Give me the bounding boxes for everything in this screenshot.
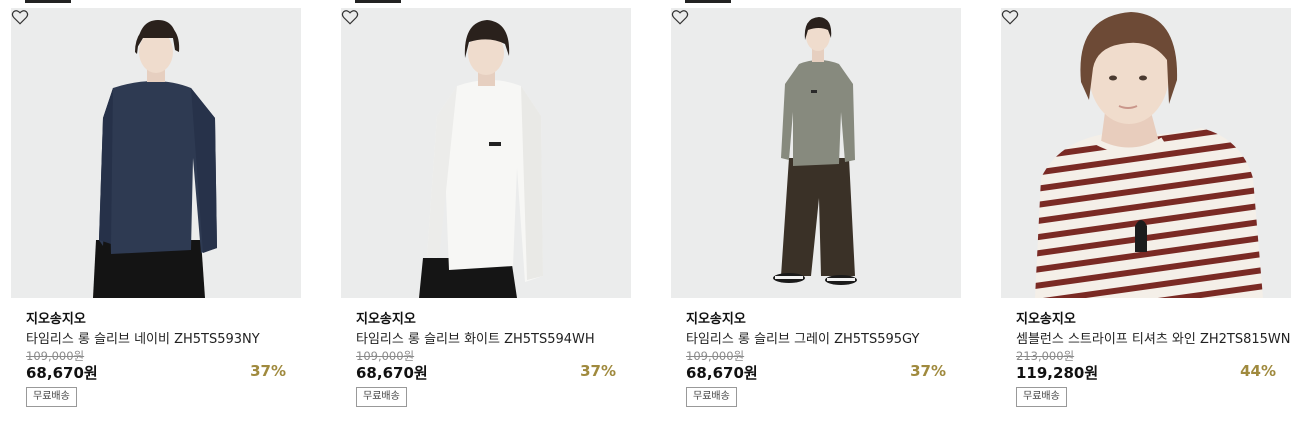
discount-rate: 44% (1240, 362, 1276, 380)
product-name[interactable]: 타임리스 롱 슬리브 그레이 ZH5TS595GY (686, 328, 919, 347)
brand-name[interactable]: 지오송지오 (356, 308, 416, 327)
free-shipping-badge: 무료배송 (686, 387, 737, 407)
sale-price: 68,670원 (26, 364, 98, 382)
free-shipping-badge: 무료배송 (1016, 387, 1067, 407)
product-card[interactable]: 지오송지오 타임리스 롱 슬리브 그레이 ZH5TS595GY 109,000원… (671, 0, 961, 428)
heart-outline-icon[interactable] (1001, 8, 1019, 26)
product-card[interactable]: 지오송지오 타임리스 롱 슬리브 네이비 ZH5TS593NY 109,000원… (11, 0, 301, 428)
card-top-bar (355, 0, 401, 3)
product-name[interactable]: 타임리스 롱 슬리브 네이비 ZH5TS593NY (26, 328, 260, 347)
model-illustration (341, 8, 631, 298)
discount-rate: 37% (580, 362, 616, 380)
brand-name[interactable]: 지오송지오 (686, 308, 746, 327)
heart-outline-icon[interactable] (11, 8, 29, 26)
product-image[interactable] (671, 8, 961, 298)
sale-price: 68,670원 (356, 364, 428, 382)
free-shipping-badge: 무료배송 (356, 387, 407, 407)
product-image[interactable] (1001, 8, 1291, 298)
card-top-bar (685, 0, 731, 3)
heart-outline-icon[interactable] (341, 8, 359, 26)
discount-rate: 37% (250, 362, 286, 380)
product-name[interactable]: 타임리스 롱 슬리브 화이트 ZH5TS594WH (356, 328, 595, 347)
product-card[interactable]: 지오송지오 셈블런스 스트라이프 티셔츠 와인 ZH2TS815WN 213,0… (1001, 0, 1291, 428)
heart-outline-icon[interactable] (671, 8, 689, 26)
product-name[interactable]: 셈블런스 스트라이프 티셔츠 와인 ZH2TS815WN (1016, 328, 1291, 347)
model-illustration (11, 8, 301, 298)
brand-name[interactable]: 지오송지오 (26, 308, 86, 327)
sale-price: 68,670원 (686, 364, 758, 382)
model-illustration (671, 8, 961, 298)
model-illustration (1001, 8, 1291, 298)
brand-name[interactable]: 지오송지오 (1016, 308, 1076, 327)
product-card[interactable]: 지오송지오 타임리스 롱 슬리브 화이트 ZH5TS594WH 109,000원… (341, 0, 631, 428)
product-image[interactable] (341, 8, 631, 298)
product-image[interactable] (11, 8, 301, 298)
card-top-bar (25, 0, 71, 3)
discount-rate: 37% (910, 362, 946, 380)
sale-price: 119,280원 (1016, 364, 1099, 382)
free-shipping-badge: 무료배송 (26, 387, 77, 407)
